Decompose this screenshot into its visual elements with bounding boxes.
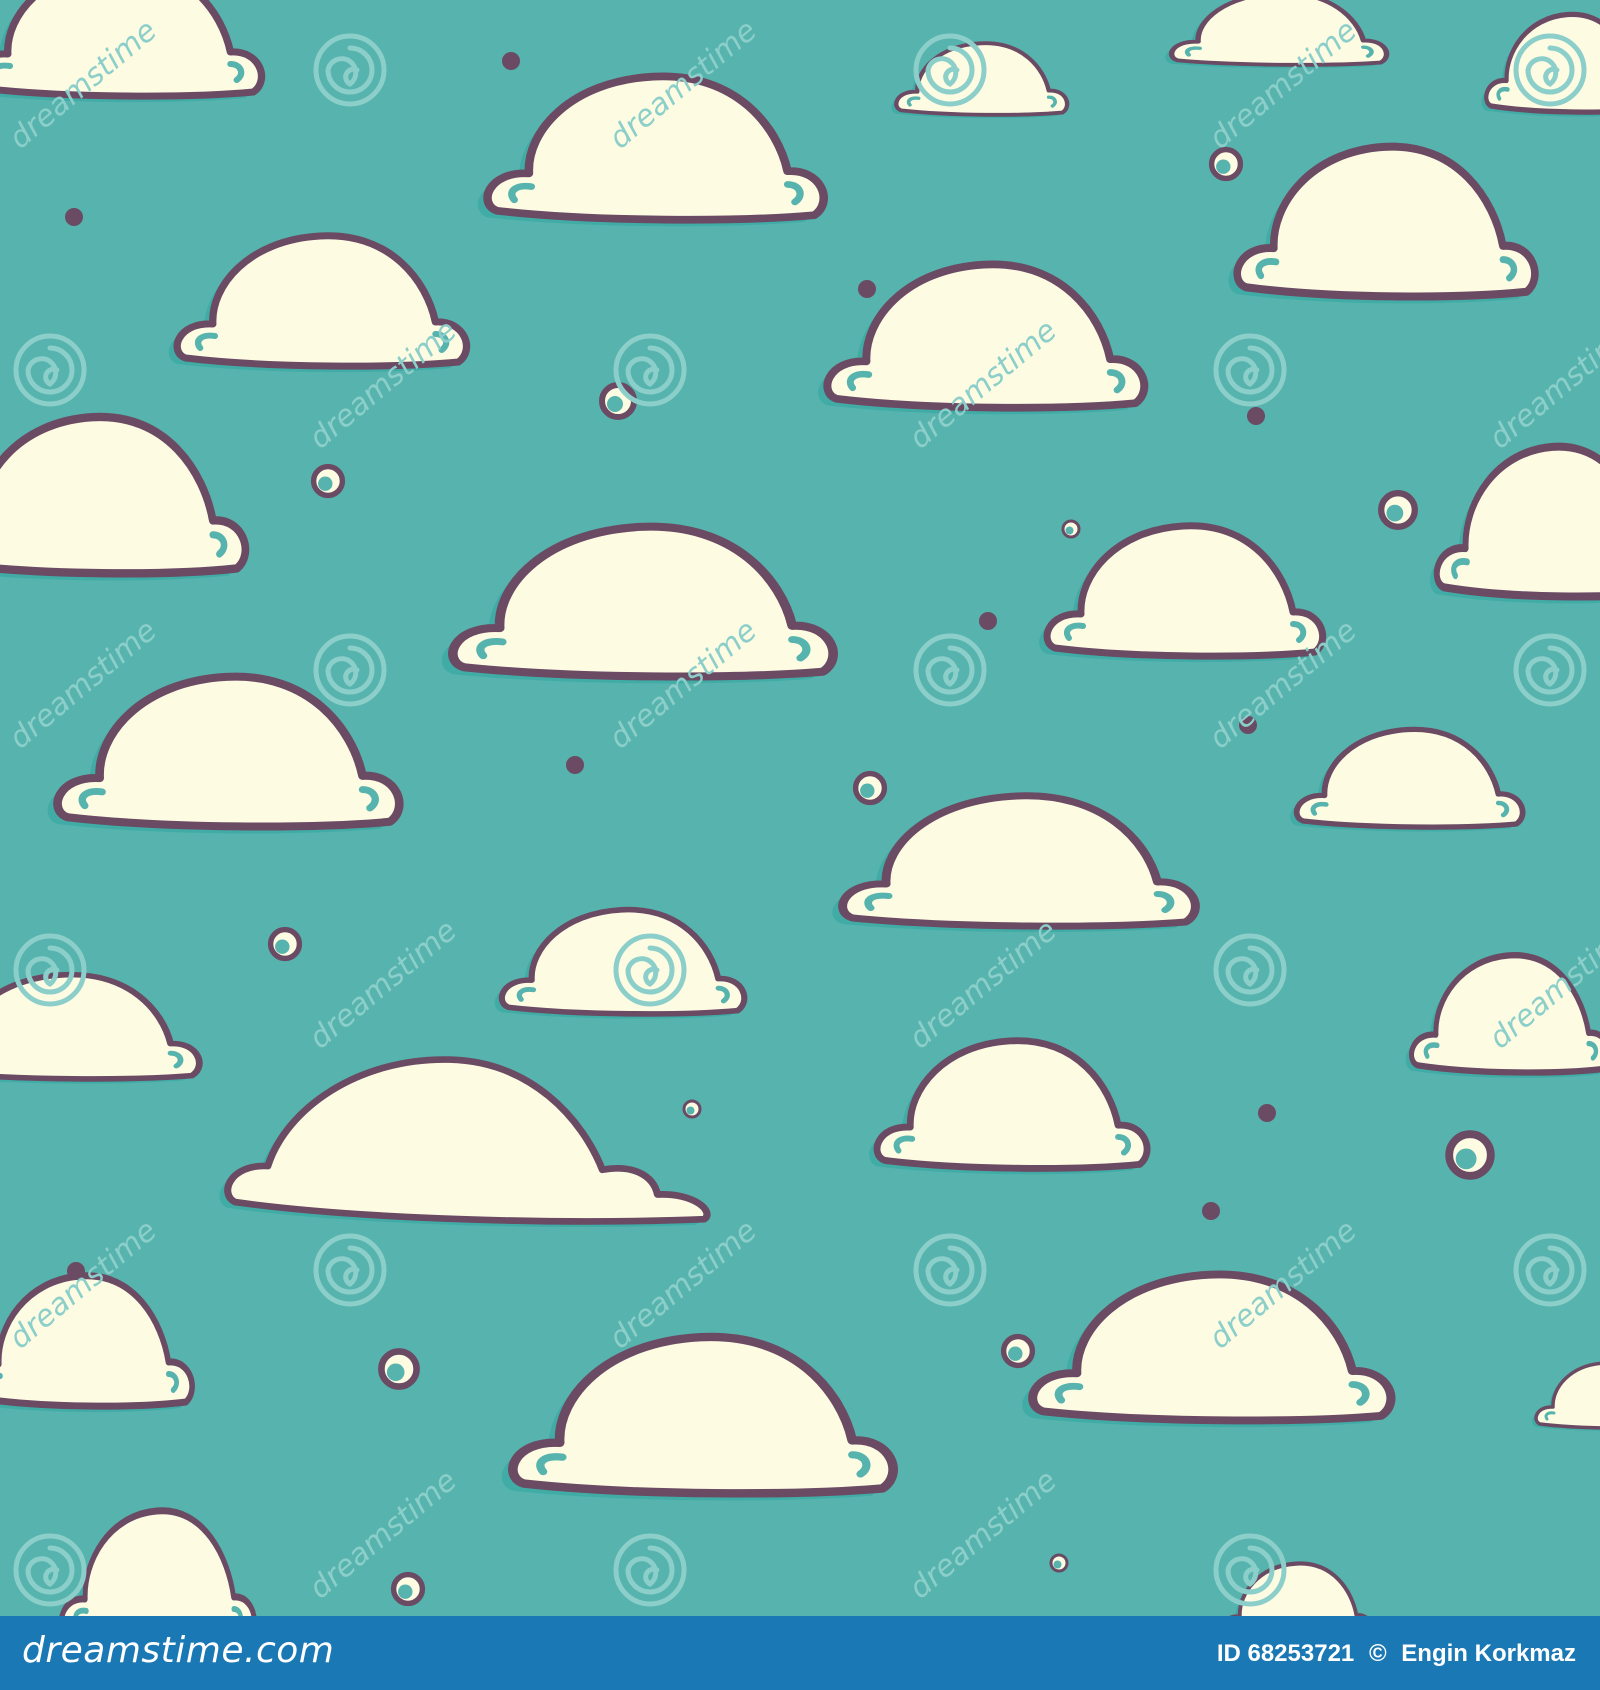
bubble: [271, 930, 300, 959]
footer-bar: dreamstime.com ID 68253721 © Engin Korkm…: [0, 1616, 1600, 1690]
cloud-pattern-image: dreamstime dreamstime dreamstime dreamst…: [0, 0, 1600, 1690]
bubble: [1061, 519, 1081, 539]
image-id: ID 68253721: [1216, 1640, 1355, 1667]
bubble: [856, 774, 885, 803]
bubble: [1449, 1134, 1491, 1176]
bubble: [1004, 1337, 1033, 1366]
footer-credit: ID 68253721 © Engin Korkmaz: [1209, 1640, 1576, 1668]
bubble: [1381, 493, 1415, 527]
copyright-symbol: ©: [1368, 1640, 1387, 1667]
bubble: [682, 1099, 702, 1119]
bubble: [381, 1351, 416, 1386]
bubble: [314, 467, 343, 496]
bubble: [1049, 1553, 1069, 1573]
footer-logo[interactable]: dreamstime.com: [22, 1630, 334, 1671]
author-name[interactable]: Engin Korkmaz: [1401, 1640, 1576, 1667]
bubble: [602, 385, 634, 417]
bubble: [394, 1575, 423, 1604]
cloud-pattern: dreamstime dreamstime dreamstime dreamst…: [0, 0, 1600, 1690]
